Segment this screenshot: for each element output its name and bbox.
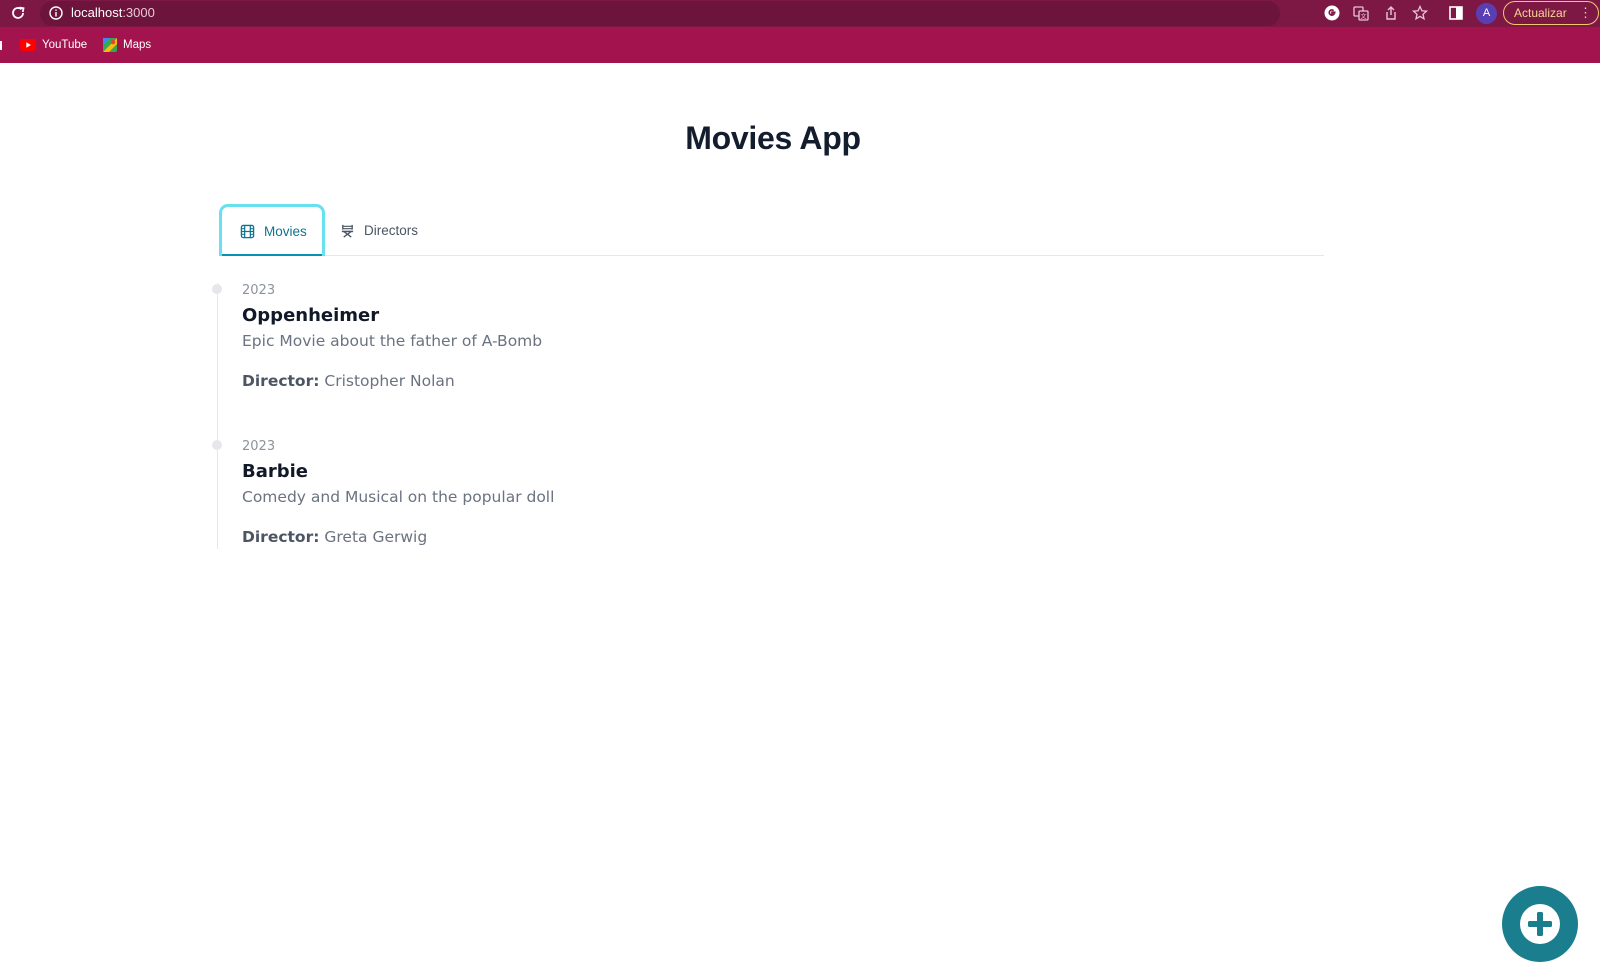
svg-text:文: 文 bbox=[1360, 13, 1366, 21]
plus-circle-icon bbox=[1520, 904, 1560, 944]
movie-description: Comedy and Musical on the popular doll bbox=[242, 488, 555, 506]
director-name: Cristopher Nolan bbox=[324, 372, 455, 390]
bookmark-maps[interactable]: Maps bbox=[103, 35, 151, 55]
site-info-icon[interactable] bbox=[48, 5, 64, 21]
browser-menu-icon[interactable]: ⋮ bbox=[1579, 2, 1592, 24]
timeline-line bbox=[217, 283, 218, 549]
tab-movies[interactable]: Movies bbox=[219, 204, 325, 256]
movie-description: Epic Movie about the father of A-Bomb bbox=[242, 332, 543, 350]
movie-year: 2023 bbox=[242, 439, 276, 454]
movie-title: Barbie bbox=[242, 461, 309, 482]
movie-title: Oppenheimer bbox=[242, 305, 380, 326]
maps-icon bbox=[103, 38, 117, 52]
director-label: Director: bbox=[242, 372, 320, 390]
translate-icon[interactable]: 文 bbox=[1352, 4, 1370, 22]
share-icon[interactable] bbox=[1382, 4, 1400, 22]
bookmark-label: YouTube bbox=[42, 39, 88, 51]
youtube-icon bbox=[20, 39, 36, 51]
add-movie-button[interactable] bbox=[1502, 886, 1578, 962]
tab-label: Movies bbox=[264, 224, 307, 239]
bookmark-label: Maps bbox=[123, 39, 152, 51]
reload-icon[interactable] bbox=[9, 4, 27, 22]
director-label: Director: bbox=[242, 528, 320, 546]
star-icon[interactable] bbox=[1411, 4, 1429, 22]
director-name: Greta Gerwig bbox=[324, 528, 428, 546]
tab-directors[interactable]: Directors bbox=[338, 204, 438, 256]
movie-director: Director: Greta Gerwig bbox=[242, 528, 427, 546]
tab-label: Directors bbox=[364, 222, 419, 238]
bookmarks-bar: YouTube Maps bbox=[0, 27, 1600, 63]
movie-year: 2023 bbox=[242, 283, 276, 298]
page-title: Movies App bbox=[685, 120, 861, 156]
movie-director: Director: Cristopher Nolan bbox=[242, 372, 455, 390]
address-bar[interactable] bbox=[40, 1, 1280, 26]
film-icon bbox=[240, 224, 255, 239]
browser-toolbar: localhost:3000 文 A Actualizar ⋮ bbox=[0, 0, 1600, 27]
update-label: Actualizar bbox=[1514, 6, 1567, 20]
bookmarks-edge-divider bbox=[0, 41, 2, 50]
url-text[interactable]: localhost:3000 bbox=[71, 5, 155, 21]
google-icon[interactable] bbox=[1323, 4, 1341, 22]
timeline-dot bbox=[212, 284, 222, 294]
sidebar-icon[interactable] bbox=[1447, 4, 1465, 22]
profile-avatar[interactable]: A bbox=[1476, 3, 1497, 24]
timeline-dot bbox=[212, 440, 222, 450]
update-button[interactable]: Actualizar ⋮ bbox=[1503, 1, 1599, 25]
director-chair-icon bbox=[341, 224, 354, 238]
bookmark-youtube[interactable]: YouTube bbox=[20, 35, 87, 55]
